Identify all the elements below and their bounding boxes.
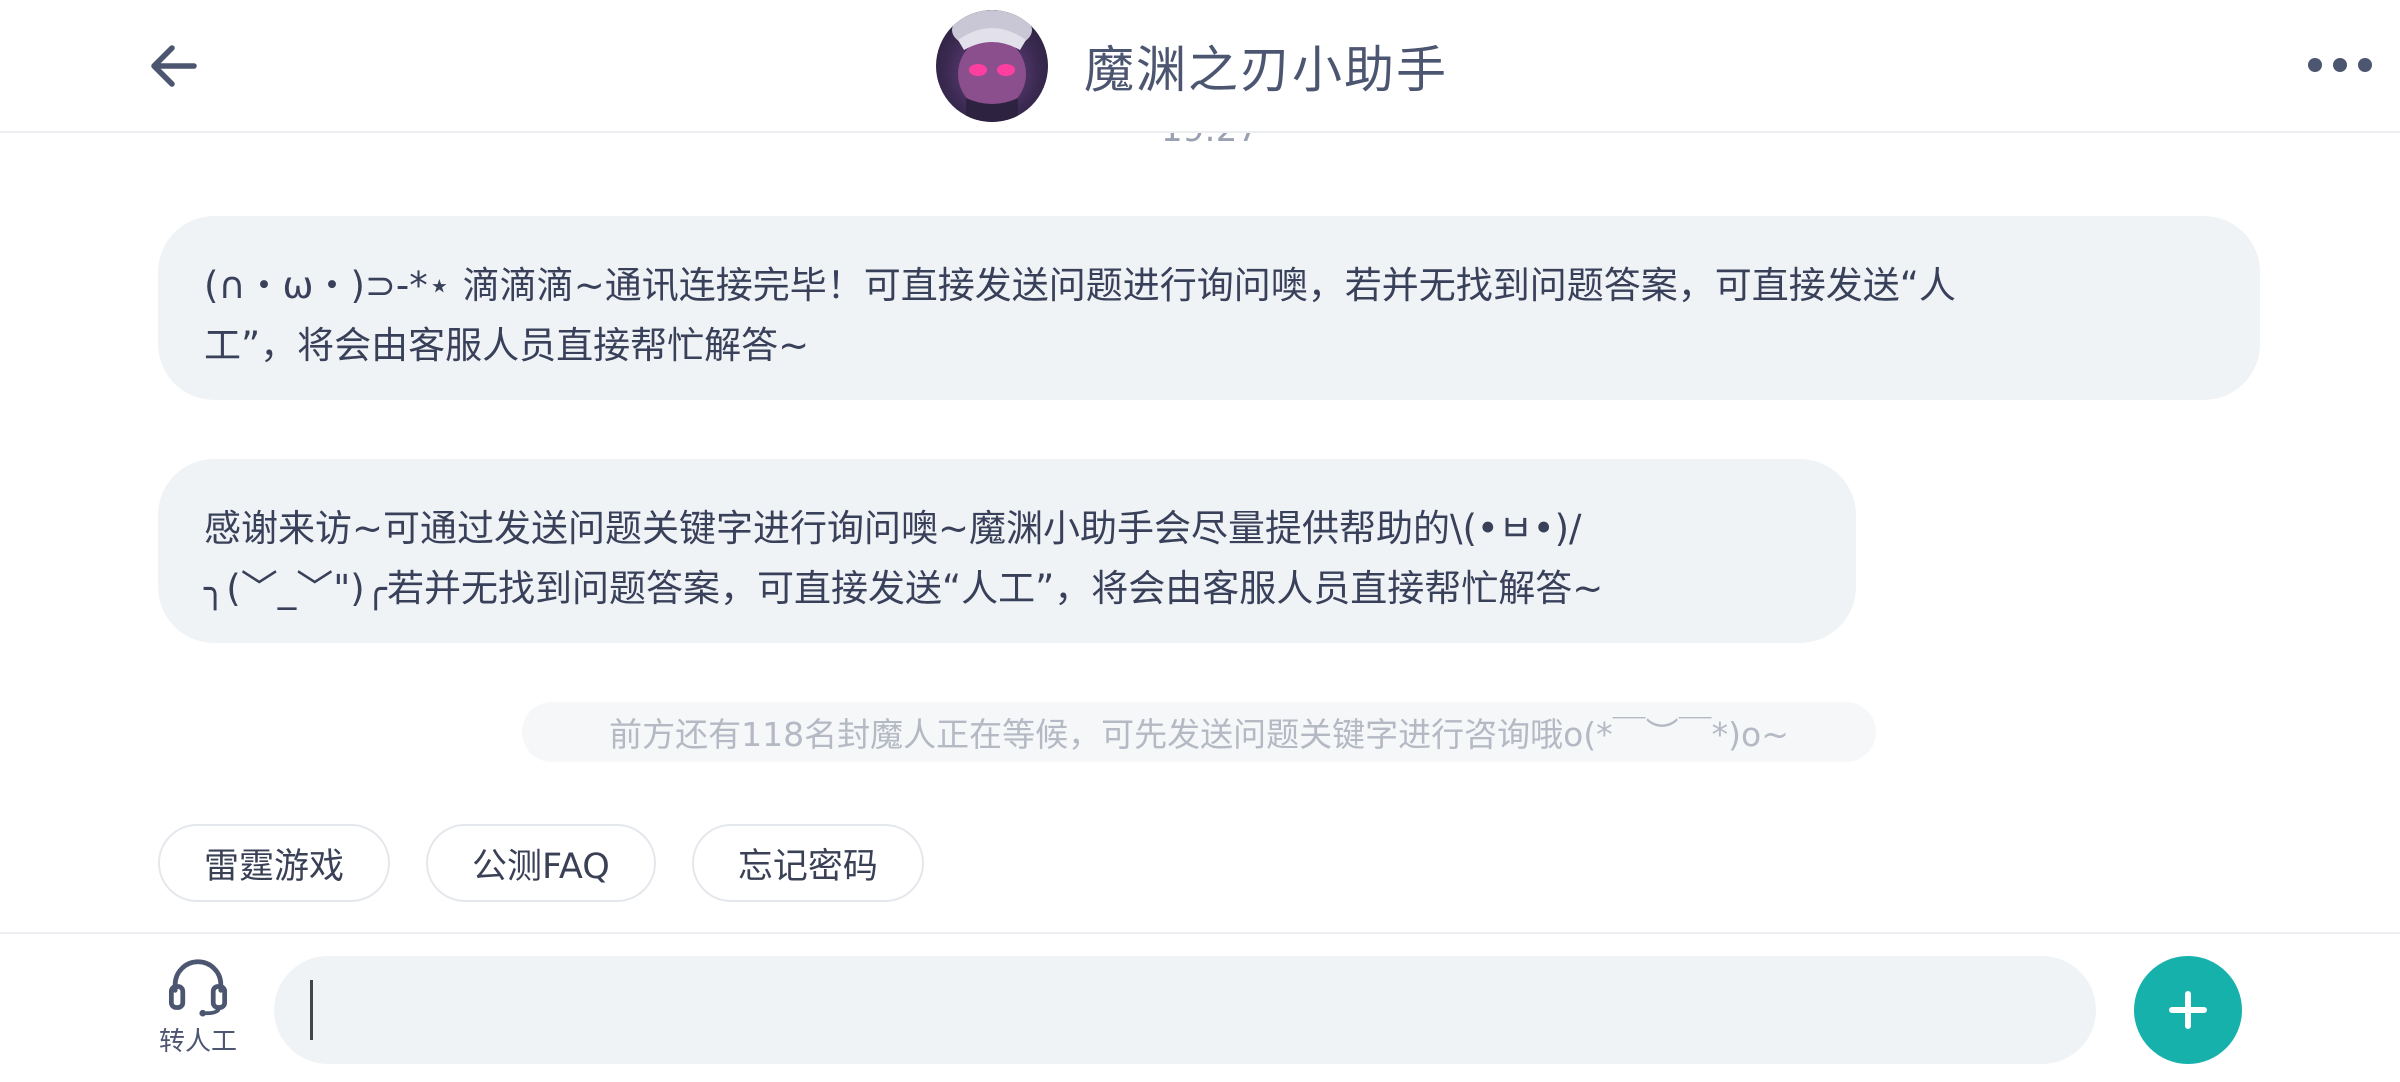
text-caret: [310, 980, 313, 1040]
message-line: ╮(﹀_﹀")╭若并无找到问题答案，可直接发送“人工”，将会由客服人员直接帮忙解…: [204, 567, 1604, 610]
message-line: (∩・ω・)⊃-*⋆ 滴滴滴~通讯连接完毕！可直接发送问题进行询问噢，若并无找到…: [204, 264, 1956, 307]
message-line: 工”，将会由客服人员直接帮忙解答~: [204, 324, 810, 367]
more-dots-icon: [2308, 58, 2372, 72]
add-button[interactable]: [2134, 956, 2242, 1064]
transfer-agent-label: 转人工: [158, 1027, 237, 1057]
quick-reply-chip[interactable]: 忘记密码: [691, 824, 924, 902]
headset-icon: [168, 959, 228, 1017]
input-bar: 转人工: [0, 932, 2400, 1082]
quick-reply-chip[interactable]: 雷霆游戏: [158, 824, 391, 902]
message-input[interactable]: [274, 956, 2096, 1064]
plus-icon: [2169, 991, 2207, 1029]
assistant-avatar[interactable]: [936, 10, 1048, 122]
chat-title-group: 魔渊之刃小助手: [936, 10, 1448, 122]
message-line: 感谢来访~可通过发送问题关键字进行询问噢~魔渊小助手会尽量提供帮助的\(•ㅂ•)…: [204, 507, 1582, 550]
message-bubble: (∩・ω・)⊃-*⋆ 滴滴滴~通讯连接完毕！可直接发送问题进行询问噢，若并无找到…: [158, 216, 2260, 400]
chat-title: 魔渊之刃小助手: [1084, 41, 1448, 99]
quick-reply-chip[interactable]: 公测FAQ: [426, 824, 656, 902]
queue-notice: 前方还有118名封魔人正在等候，可先发送问题关键字进行咨询哦o(*￣︶￣*)o~: [522, 702, 1876, 762]
quick-reply-list: 雷霆游戏 公测FAQ 忘记密码: [158, 824, 924, 902]
more-button[interactable]: [2300, 40, 2380, 90]
back-arrow-icon: [151, 45, 197, 87]
back-button[interactable]: [138, 36, 208, 96]
chat-header: 魔渊之刃小助手: [0, 0, 2400, 133]
message-bubble: 感谢来访~可通过发送问题关键字进行询问噢~魔渊小助手会尽量提供帮助的\(•ㅂ•)…: [158, 459, 1856, 643]
transfer-agent-button[interactable]: 转人工: [150, 958, 246, 1058]
